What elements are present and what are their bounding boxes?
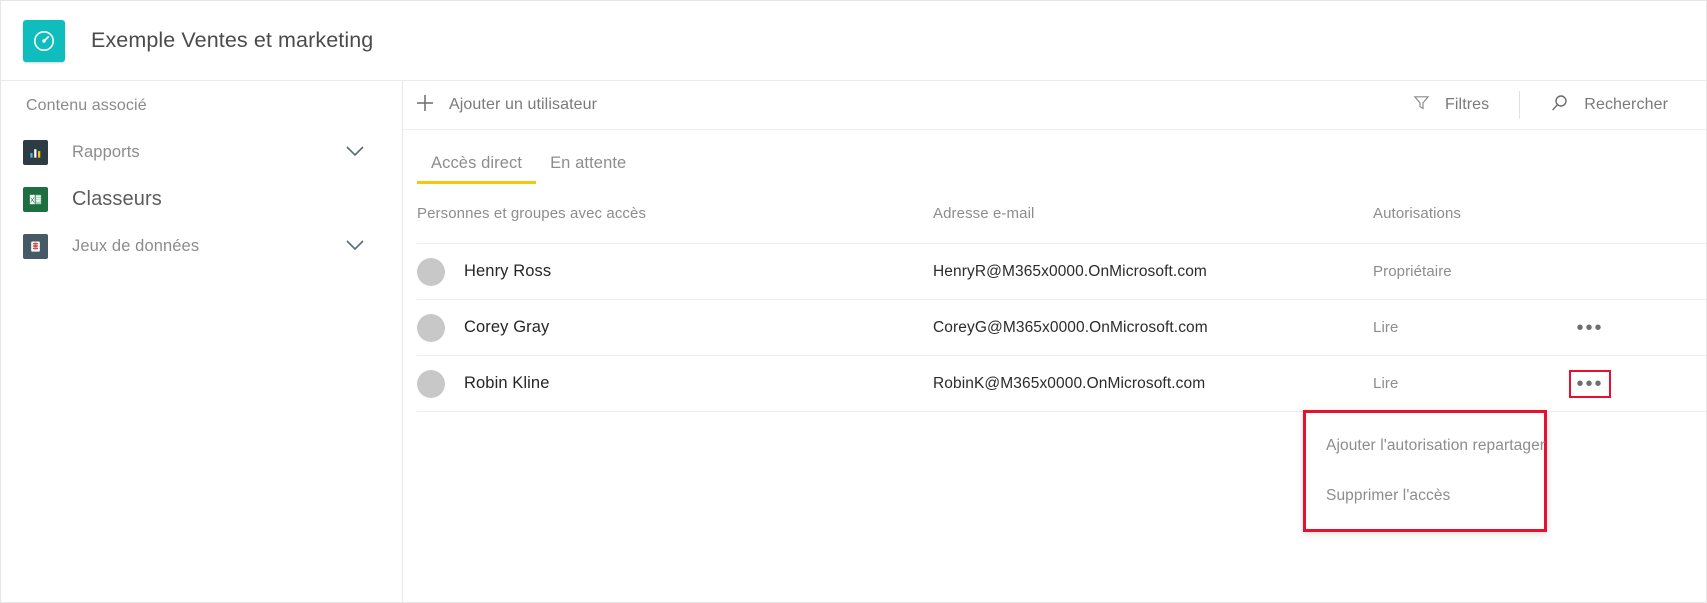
search-label: Rechercher xyxy=(1584,96,1668,113)
permission-value: Lire xyxy=(1373,318,1399,336)
share-permissions-screen: Exemple Ventes et marketing Contenu asso… xyxy=(0,0,1707,603)
filters-label: Filtres xyxy=(1445,96,1490,113)
person-email: RobinK@M365x0000.OnMicrosoft.com xyxy=(933,374,1206,392)
chevron-down-icon[interactable] xyxy=(346,144,364,162)
person-email: CoreyG@M365x0000.OnMicrosoft.com xyxy=(933,318,1208,336)
plus-icon xyxy=(415,93,435,118)
menu-item-remove-access[interactable]: Supprimer l'accès xyxy=(1306,471,1544,521)
column-header-permissions: Autorisations xyxy=(1373,204,1462,222)
svg-text:X: X xyxy=(30,197,35,204)
person-email: HenryR@M365x0000.OnMicrosoft.com xyxy=(933,262,1207,280)
menu-item-add-reshare-permission[interactable]: Ajouter l'autorisation repartager xyxy=(1306,421,1545,471)
dashboard-gauge-icon xyxy=(23,19,65,62)
person-name: Robin Kline xyxy=(464,374,550,392)
permission-value: Propriétaire xyxy=(1373,262,1452,280)
toolbar: Ajouter un utilisateur Filtres Recherche… xyxy=(403,81,1706,130)
search-button[interactable]: Rechercher xyxy=(1538,81,1680,129)
add-user-button[interactable]: Ajouter un utilisateur xyxy=(403,81,609,129)
sidebar-item-jeux-de-donnees[interactable]: Jeux de données xyxy=(1,223,402,270)
app-header: Exemple Ventes et marketing xyxy=(1,1,1706,81)
bar-chart-icon xyxy=(23,140,48,165)
funnel-icon xyxy=(1412,93,1431,117)
sidebar-item-rapports[interactable]: Rapports xyxy=(1,129,402,176)
sidebar-item-label: Jeux de données xyxy=(72,237,200,255)
row-overflow-menu-icon[interactable]: ••• xyxy=(1569,314,1610,342)
tab-acces-direct[interactable]: Accès direct xyxy=(417,154,537,184)
person-name: Henry Ross xyxy=(464,262,552,280)
column-header-email: Adresse e-mail xyxy=(933,204,1035,222)
page-title: Exemple Ventes et marketing xyxy=(91,28,374,52)
tab-en-attente[interactable]: En attente xyxy=(536,154,640,184)
table-row[interactable]: Corey Gray CoreyG@M365x0000.OnMicrosoft.… xyxy=(417,300,1706,356)
permission-value: Lire xyxy=(1373,374,1399,392)
toolbar-right-group: Filtres Rechercher xyxy=(1400,81,1706,129)
table-row[interactable]: Robin Kline RobinK@M365x0000.OnMicrosoft… xyxy=(417,356,1706,412)
access-tabs: Accès direct En attente xyxy=(403,130,1706,184)
avatar xyxy=(417,257,445,286)
column-header-name: Personnes et groupes avec accès xyxy=(417,205,647,222)
sidebar-item-label: Classeurs xyxy=(72,188,162,210)
table-row[interactable]: Henry Ross HenryR@M365x0000.OnMicrosoft.… xyxy=(417,244,1706,300)
search-icon xyxy=(1550,93,1570,118)
excel-workbook-icon: X xyxy=(23,187,48,212)
person-name: Corey Gray xyxy=(464,318,550,336)
main-pane: Ajouter un utilisateur Filtres Recherche… xyxy=(403,81,1706,602)
row-context-menu: Ajouter l'autorisation repartager Suppri… xyxy=(1303,410,1547,532)
avatar xyxy=(417,369,445,398)
row-overflow-menu-icon[interactable]: ••• xyxy=(1569,369,1611,398)
sidebar-item-classeurs[interactable]: X Classeurs xyxy=(1,176,402,223)
toolbar-divider xyxy=(1519,91,1521,119)
table-header-row: Personnes et groupes avec accès Adresse … xyxy=(417,184,1706,244)
filters-button[interactable]: Filtres xyxy=(1400,81,1501,129)
access-table: Personnes et groupes avec accès Adresse … xyxy=(403,184,1706,412)
sidebar-heading: Contenu associé xyxy=(26,97,147,114)
related-content-sidebar: Contenu associé Rapports X Classeurs Jeu… xyxy=(1,81,403,602)
add-user-label: Ajouter un utilisateur xyxy=(449,96,598,113)
chevron-down-icon[interactable] xyxy=(346,238,364,256)
dataset-icon xyxy=(23,234,48,259)
sidebar-item-label: Rapports xyxy=(72,143,140,161)
avatar xyxy=(417,313,445,342)
